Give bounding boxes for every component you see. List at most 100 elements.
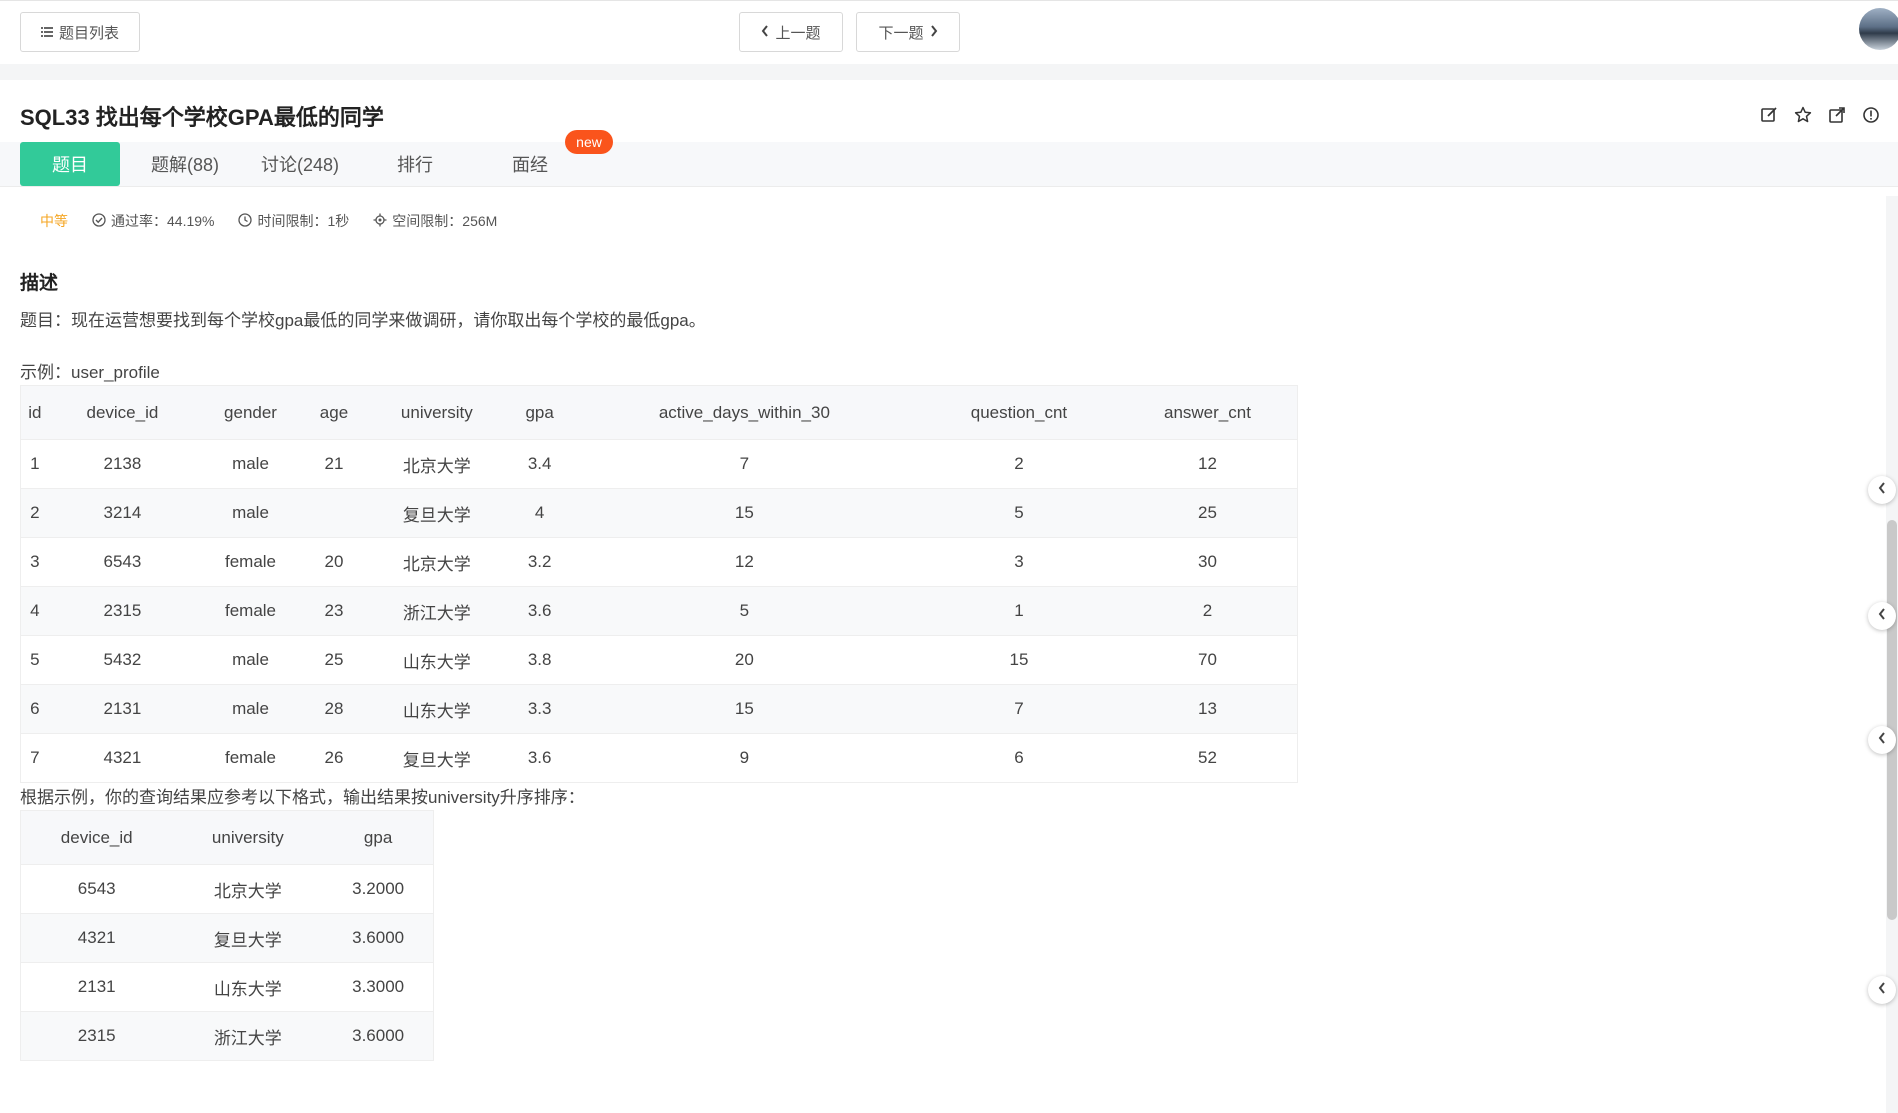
new-badge: new: [565, 130, 613, 154]
table-cell: 山东大学: [363, 684, 511, 734]
table-cell: 山东大学: [363, 635, 511, 685]
table-cell: 5: [919, 488, 1118, 538]
next-problem-button[interactable]: 下一题: [856, 12, 960, 52]
table-cell: 3.8: [510, 635, 569, 685]
tab-ranking[interactable]: 排行: [365, 142, 465, 186]
table-cell: 3.6: [510, 586, 569, 636]
column-header: age: [304, 385, 364, 440]
column-header: gpa: [510, 385, 569, 440]
table-cell: 15: [568, 684, 920, 734]
table-cell: 9: [568, 733, 920, 783]
tab-solutions[interactable]: 题解(88): [135, 142, 235, 186]
check-circle-icon: [92, 212, 106, 230]
table-cell: [304, 488, 364, 538]
star-icon[interactable]: [1792, 104, 1814, 126]
prev-problem-button[interactable]: 上一题: [739, 12, 843, 52]
table-cell: 3.3: [510, 684, 569, 734]
table-cell: 6: [919, 733, 1118, 783]
table-cell: 1: [919, 586, 1118, 636]
table-header-row: id device_id gender age university gpa a…: [20, 385, 1298, 440]
result-label: 根据示例，你的查询结果应参考以下格式，输出结果按university升序排序：: [20, 788, 585, 807]
tab-interview[interactable]: 面经: [480, 142, 580, 186]
column-header: device_id: [20, 810, 173, 865]
table-cell: 21: [304, 439, 364, 489]
table-header-row: device_id university gpa: [20, 810, 434, 865]
result-table: device_id university gpa 6543 北京大学 3.2000 …: [20, 810, 434, 1061]
table-cell: 7: [919, 684, 1118, 734]
table-cell: 北京大学: [363, 439, 511, 489]
table-cell: 3.2000: [323, 864, 434, 914]
table-cell: 26: [304, 733, 364, 783]
chevron-right-icon: [930, 24, 938, 41]
table-cell: 2315: [20, 1011, 173, 1061]
chevron-left-icon: [1878, 607, 1886, 625]
space-limit-text: 空间限制：256M: [392, 213, 498, 229]
table-row: 2315 浙江大学 3.6000: [20, 1011, 434, 1061]
side-panel-toggle[interactable]: [1868, 726, 1896, 754]
memory-icon: [373, 213, 387, 230]
chevron-left-icon: [1878, 731, 1886, 749]
table-cell: 4: [510, 488, 569, 538]
example-label: 示例：user_profile: [20, 363, 160, 382]
time-limit: 时间限制：1秒: [238, 211, 349, 231]
table-cell: 5: [568, 586, 920, 636]
column-header: question_cnt: [919, 385, 1118, 440]
pass-rate-text: 通过率：44.19%: [111, 213, 215, 229]
table-cell: male: [196, 488, 305, 538]
tab-discussion[interactable]: 讨论(248): [250, 142, 350, 186]
table-cell: 7: [568, 439, 920, 489]
table-cell: 30: [1117, 537, 1298, 587]
chevron-left-icon: [761, 24, 769, 41]
table-row: 5 5432 male 25 山东大学 3.8 20 15 70: [20, 635, 1298, 685]
problem-meta: 中等 通过率：44.19% 时间限制：1秒 空间限制：256M: [40, 210, 497, 232]
table-cell: 5: [20, 635, 49, 685]
table-row: 6 2131 male 28 山东大学 3.3 15 7 13: [20, 684, 1298, 734]
problem-list-button[interactable]: 题目列表: [20, 12, 140, 52]
problem-list-label: 题目列表: [58, 24, 119, 42]
side-panel-toggle[interactable]: [1868, 602, 1896, 630]
report-icon[interactable]: [1860, 104, 1882, 126]
table-cell: 5432: [48, 635, 197, 685]
user-avatar[interactable]: [1859, 8, 1898, 50]
table-cell: 3.6000: [323, 913, 434, 963]
next-label: 下一题: [878, 24, 924, 42]
column-header: gpa: [323, 810, 434, 865]
share-icon[interactable]: [1826, 104, 1848, 126]
table-cell: 12: [1117, 439, 1298, 489]
table-cell: 13: [1117, 684, 1298, 734]
time-limit-text: 时间限制：1秒: [257, 213, 350, 229]
table-cell: 2: [919, 439, 1118, 489]
scrollbar-thumb[interactable]: [1887, 520, 1897, 920]
table-cell: male: [196, 439, 305, 489]
chevron-left-icon: [1878, 481, 1886, 499]
table-cell: 3.4: [510, 439, 569, 489]
page-title: SQL33 找出每个学校GPA最低的同学: [20, 105, 384, 130]
table-cell: male: [196, 635, 305, 685]
table-cell: 复旦大学: [363, 488, 511, 538]
table-cell: female: [196, 733, 305, 783]
table-cell: 1: [20, 439, 49, 489]
table-cell: 52: [1117, 733, 1298, 783]
table-cell: female: [196, 537, 305, 587]
column-header: id: [20, 385, 49, 440]
table-cell: 20: [568, 635, 920, 685]
table-row: 2 3214 male 复旦大学 4 15 5 25: [20, 488, 1298, 538]
space-limit: 空间限制：256M: [373, 211, 497, 231]
table-cell: 2: [20, 488, 49, 538]
table-cell: 2315: [48, 586, 197, 636]
table-cell: 6543: [48, 537, 197, 587]
table-row: 4 2315 female 23 浙江大学 3.6 5 1 2: [20, 586, 1298, 636]
table-row: 3 6543 female 20 北京大学 3.2 12 3 30: [20, 537, 1298, 587]
table-row: 1 2138 male 21 北京大学 3.4 7 2 12: [20, 439, 1298, 489]
edit-icon[interactable]: [1758, 104, 1780, 126]
clock-icon: [238, 212, 253, 230]
table-cell: 3214: [48, 488, 197, 538]
table-cell: 3.6000: [323, 1011, 434, 1061]
table-cell: 6543: [20, 864, 173, 914]
column-header: answer_cnt: [1117, 385, 1298, 440]
side-panel-toggle[interactable]: [1868, 476, 1896, 504]
side-panel-toggle[interactable]: [1868, 976, 1896, 1004]
column-header: device_id: [48, 385, 197, 440]
tab-problem[interactable]: 题目: [20, 142, 120, 186]
table-row: 2131 山东大学 3.3000: [20, 962, 434, 1012]
